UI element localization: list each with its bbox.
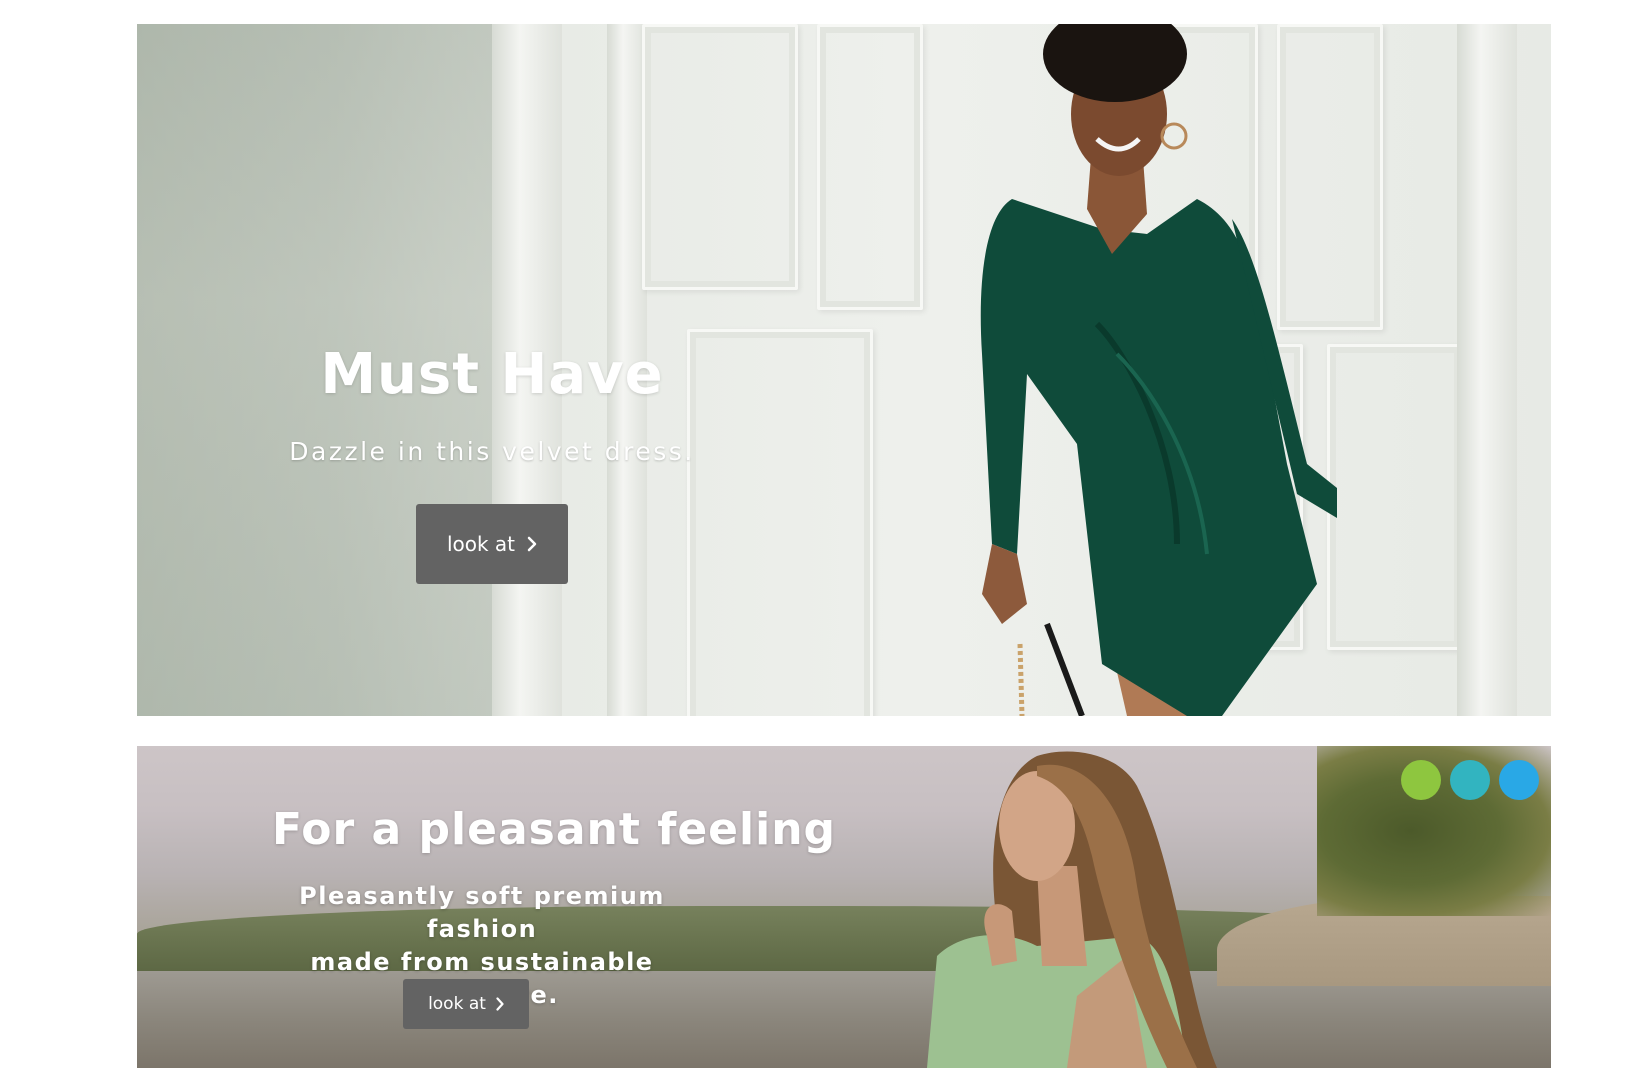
door-panel [642, 24, 798, 290]
door-panel [1327, 344, 1463, 650]
look-at-button-label: look at [428, 994, 486, 1014]
model-cashmere-sweater-image [927, 751, 1217, 1068]
banner-title: Must Have [320, 342, 664, 407]
look-at-button-label: look at [446, 532, 516, 556]
look-at-button[interactable]: look at [416, 504, 568, 584]
slider-dot-3[interactable] [1499, 760, 1539, 800]
slider-dot-1[interactable] [1401, 760, 1441, 800]
banner-title: For a pleasant feeling [272, 804, 837, 855]
chevron-right-icon [496, 997, 504, 1011]
page: Must Have Dazzle in this velvet dress. l… [0, 0, 1650, 1068]
door-frame-right [1457, 24, 1517, 716]
slider-dots [1401, 760, 1539, 800]
hero-banner-pleasant-feeling[interactable]: For a pleasant feeling Pleasantly soft p… [137, 746, 1551, 1068]
hero-banner-text: Must Have Dazzle in this velvet dress. l… [262, 342, 722, 584]
hero-banner-must-have[interactable]: Must Have Dazzle in this velvet dress. l… [137, 24, 1551, 716]
look-at-button[interactable]: look at [403, 979, 529, 1029]
chevron-right-icon [527, 536, 537, 552]
banner-subtitle: Dazzle in this velvet dress. [289, 437, 695, 466]
slider-dot-2[interactable] [1450, 760, 1490, 800]
banner-subtitle-line-1: Pleasantly soft premium fashion [299, 882, 665, 943]
model-green-velvet-dress-image [980, 24, 1337, 716]
